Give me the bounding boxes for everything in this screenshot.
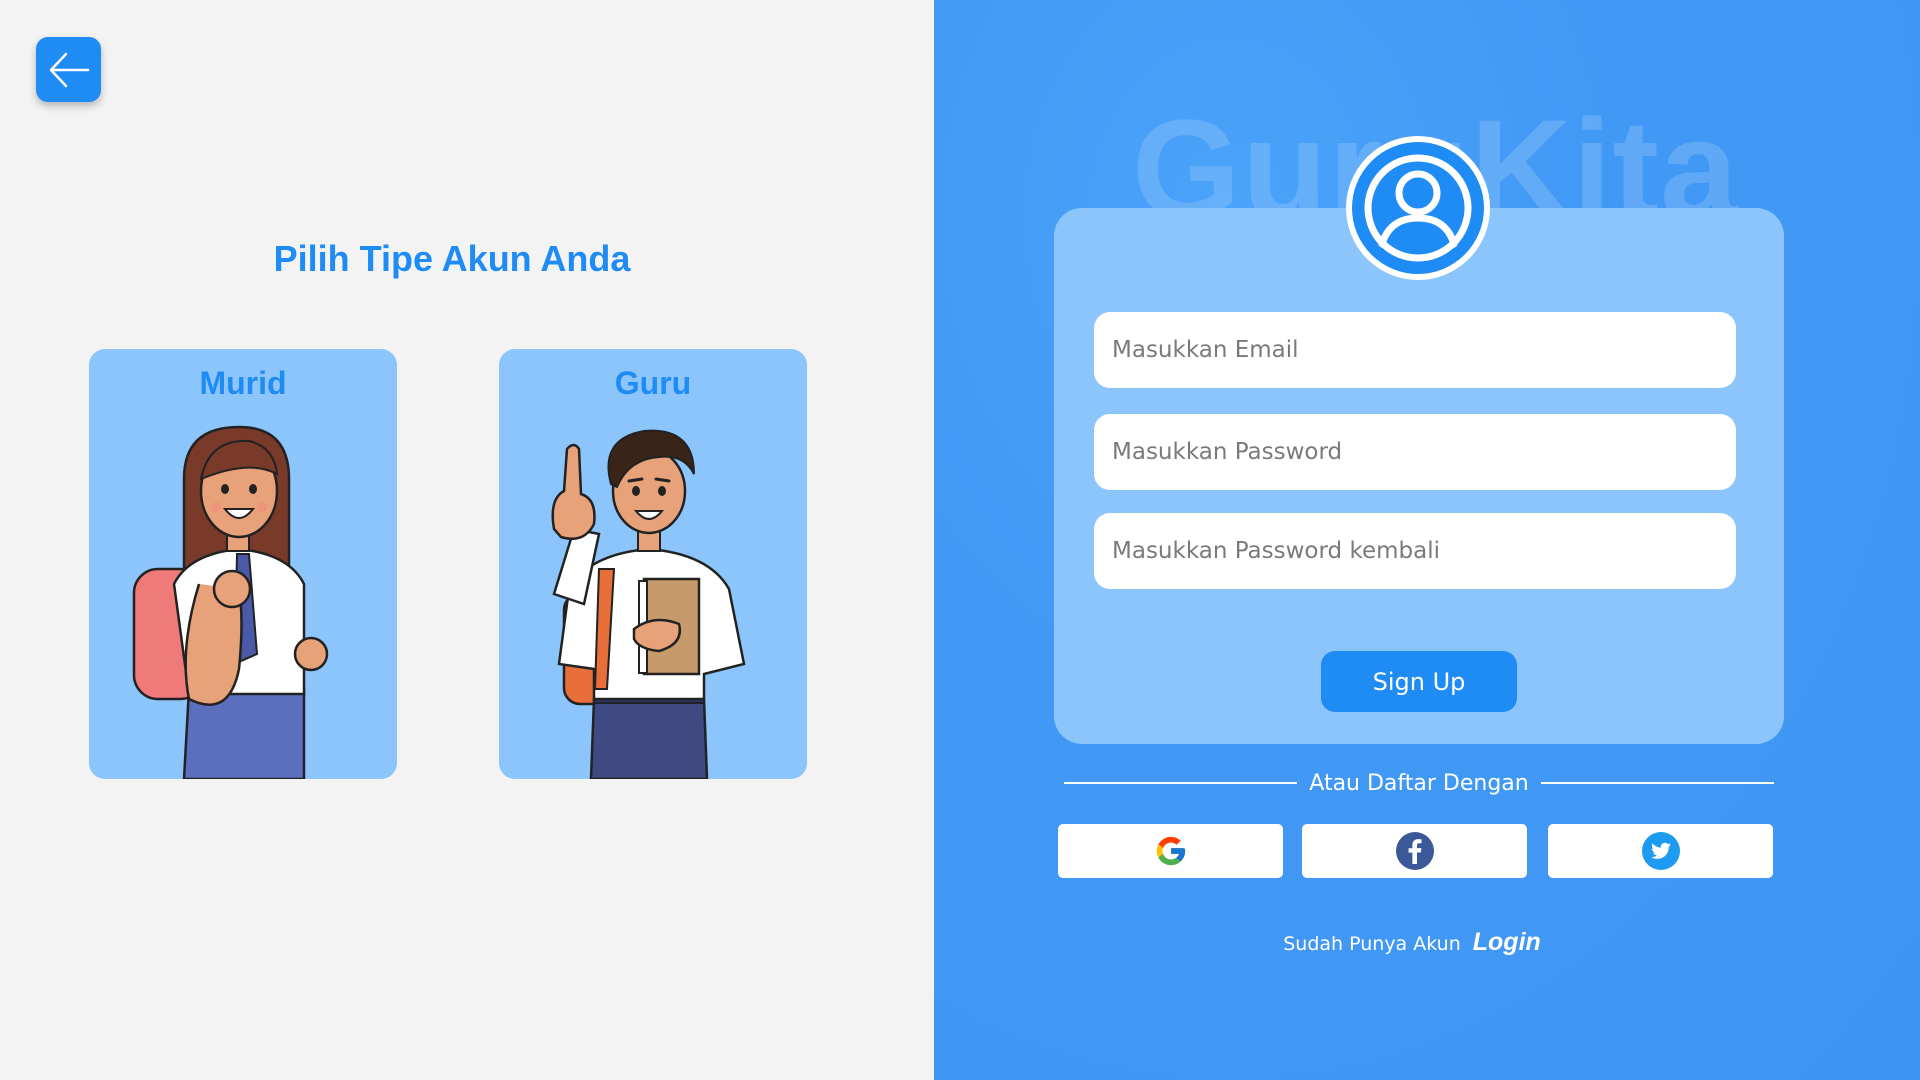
card-label-guru: Guru bbox=[614, 365, 692, 401]
signup-form-card: Sign Up bbox=[1054, 208, 1784, 744]
divider-line-left bbox=[1064, 782, 1298, 784]
login-prompt: Sudah Punya Akun bbox=[1283, 933, 1461, 955]
login-row: Sudah Punya Akun Login bbox=[934, 928, 1920, 957]
social-divider: Atau Daftar Dengan bbox=[1064, 766, 1775, 800]
google-signup-button[interactable] bbox=[1058, 824, 1283, 878]
google-icon bbox=[1156, 836, 1185, 866]
twitter-icon bbox=[1641, 832, 1680, 870]
user-avatar-icon bbox=[1346, 136, 1490, 280]
back-button[interactable] bbox=[36, 37, 101, 102]
account-type-panel: Pilih Tipe Akun Anda Murid Guru bbox=[0, 0, 934, 1080]
facebook-signup-button[interactable] bbox=[1302, 824, 1527, 878]
teacher-man-illustration bbox=[551, 429, 746, 779]
account-type-card-murid[interactable]: Murid bbox=[89, 349, 397, 779]
signup-button[interactable]: Sign Up bbox=[1321, 651, 1517, 712]
email-field[interactable] bbox=[1094, 312, 1736, 388]
user-silhouette-icon bbox=[1364, 154, 1472, 262]
page-title: Pilih Tipe Akun Anda bbox=[273, 238, 631, 279]
arrow-left-icon bbox=[49, 52, 89, 87]
twitter-signup-button[interactable] bbox=[1548, 824, 1773, 878]
divider-text: Atau Daftar Dengan bbox=[1309, 770, 1529, 796]
password-field[interactable] bbox=[1094, 414, 1736, 490]
login-link[interactable]: Login bbox=[1473, 928, 1541, 957]
card-label-murid: Murid bbox=[199, 365, 287, 401]
divider-line-right bbox=[1540, 782, 1775, 784]
account-type-card-guru[interactable]: Guru bbox=[499, 349, 807, 779]
student-girl-illustration bbox=[132, 425, 329, 779]
facebook-icon bbox=[1395, 832, 1434, 870]
password-confirm-field[interactable] bbox=[1094, 513, 1736, 589]
signup-panel: GuruKita Sign Up Atau Daftar Dengan bbox=[934, 0, 1920, 1080]
